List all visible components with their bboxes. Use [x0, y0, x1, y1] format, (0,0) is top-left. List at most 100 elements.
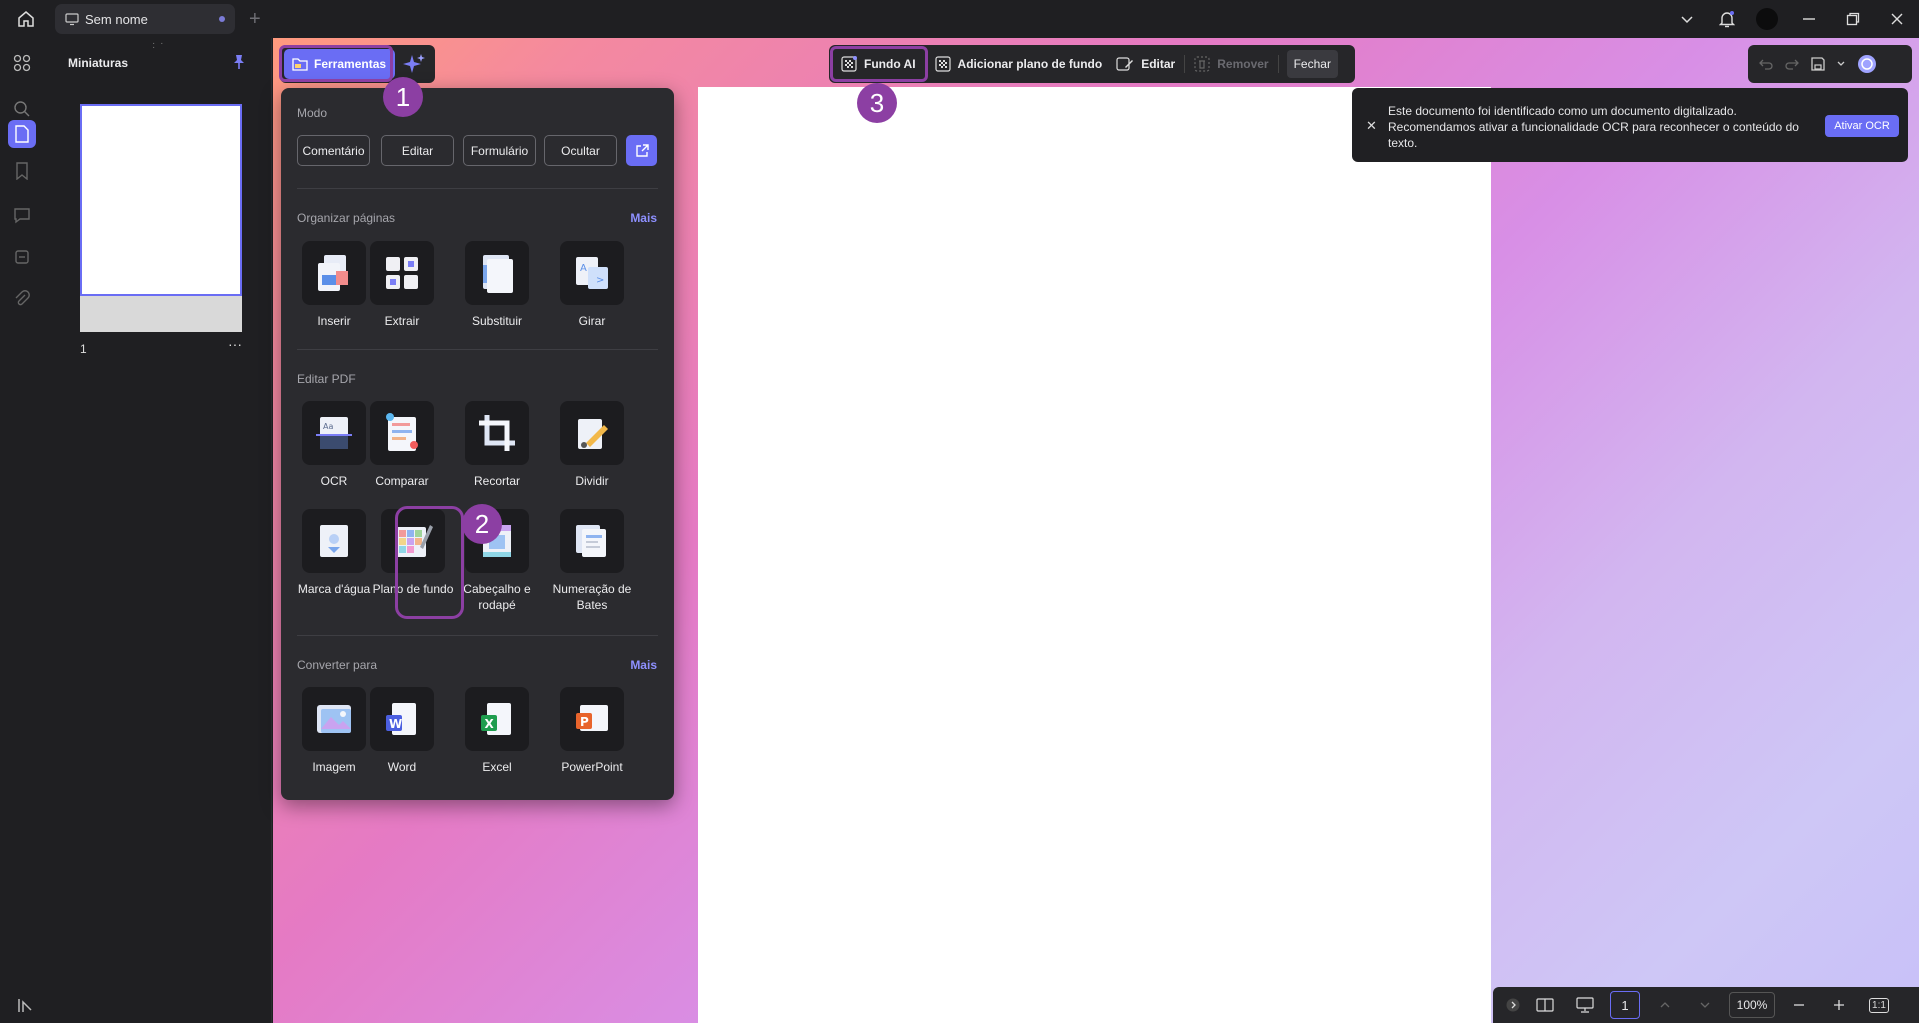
tool-bates[interactable]: Numeração de Bates: [549, 509, 635, 613]
grid-icon: [13, 54, 31, 72]
mode-comment-button[interactable]: Comentário: [297, 135, 370, 166]
mode-edit-button[interactable]: Editar: [381, 135, 454, 166]
tool-header-footer-label: Cabeçalho e rodapé: [463, 582, 531, 612]
convert-more-link[interactable]: Mais: [630, 658, 657, 672]
mode-redact-button[interactable]: Ocultar: [544, 135, 617, 166]
highlight-fundo-ai: [830, 46, 928, 82]
rail-apps[interactable]: [11, 52, 33, 74]
zoom-out-button[interactable]: [1779, 999, 1819, 1011]
panel-grip[interactable]: · · ·: [152, 39, 166, 53]
tab-list-button[interactable]: [1667, 0, 1707, 38]
page-icon: [15, 125, 29, 143]
save-icon[interactable]: [1810, 56, 1826, 72]
bookmark-icon: [16, 162, 28, 180]
tool-replace-label: Substituir: [471, 314, 523, 328]
ocr-icon: Aa: [316, 417, 352, 449]
toolbar-divider: [1184, 55, 1186, 73]
close-toolbar-button[interactable]: Fechar: [1286, 50, 1338, 78]
edit-background-label: Editar: [1141, 57, 1176, 71]
split-icon: [578, 419, 608, 449]
ai-assistant-button[interactable]: [402, 52, 426, 76]
minimize-button[interactable]: [1787, 0, 1831, 38]
rail-comments[interactable]: [11, 204, 33, 226]
rail-bookmarks[interactable]: [11, 160, 33, 182]
organize-section-title: Organizar páginas: [297, 211, 396, 225]
tool-extract[interactable]: Extrair: [359, 241, 445, 329]
rail-thumbnails[interactable]: [8, 120, 36, 148]
tool-split-label: Dividir: [575, 474, 609, 488]
mode-open-external-button[interactable]: [626, 135, 657, 166]
page-thumbnail[interactable]: [80, 104, 242, 296]
notifications-button[interactable]: [1707, 0, 1747, 38]
actual-size-button[interactable]: 1:1: [1859, 997, 1899, 1013]
minus-icon: [1794, 1004, 1804, 1006]
ai-globe-icon[interactable]: [1856, 53, 1878, 75]
undo-icon[interactable]: [1758, 56, 1774, 72]
mode-form-button[interactable]: Formulário: [463, 135, 536, 166]
add-background-button[interactable]: Adicionar plano de fundo: [928, 50, 1110, 78]
new-tab-button[interactable]: +: [249, 9, 261, 29]
menu-divider: [297, 349, 658, 350]
chevron-down-icon[interactable]: [1836, 59, 1846, 69]
thumbnail-page-number: 1: [80, 342, 87, 356]
tool-to-word[interactable]: W Word: [359, 687, 445, 775]
restore-icon: [1846, 12, 1860, 26]
toolbar-divider: [1277, 55, 1279, 73]
edit-background-button[interactable]: Editar: [1109, 50, 1182, 78]
redo-icon[interactable]: [1784, 56, 1800, 72]
page-number-input[interactable]: 1: [1610, 991, 1640, 1019]
trash-icon: [1194, 56, 1210, 72]
restore-button[interactable]: [1831, 0, 1875, 38]
rail-stamps[interactable]: [11, 246, 33, 268]
activate-ocr-button[interactable]: Ativar OCR: [1825, 115, 1899, 137]
replace-pages-icon: [483, 255, 513, 293]
rail-attachments[interactable]: [11, 288, 33, 310]
tool-crop-label: Recortar: [473, 474, 520, 488]
tool-split[interactable]: Dividir: [549, 401, 635, 489]
organize-more-link[interactable]: Mais: [630, 211, 657, 225]
convert-section-title: Converter para: [297, 658, 378, 672]
close-notice-button[interactable]: ✕: [1366, 118, 1377, 134]
checker-icon: [934, 56, 951, 72]
remove-background-label: Remover: [1217, 57, 1269, 71]
document-page[interactable]: [698, 87, 1491, 1023]
rail-search[interactable]: [11, 98, 33, 120]
next-page-button[interactable]: [1685, 999, 1725, 1011]
tool-crop[interactable]: Recortar: [454, 401, 540, 489]
zoom-level-field[interactable]: 100%: [1729, 992, 1775, 1018]
tool-replace[interactable]: Substituir: [454, 241, 540, 329]
edit-section-title: Editar PDF: [297, 372, 356, 386]
search-icon: [14, 101, 30, 117]
remove-background-button[interactable]: Remover: [1187, 50, 1275, 78]
sidebar-toggle-button[interactable]: [16, 996, 34, 1019]
account-button[interactable]: [1747, 0, 1787, 38]
tool-split-tile: [560, 401, 624, 465]
reading-mode-button[interactable]: [1525, 998, 1565, 1012]
close-window-button[interactable]: [1875, 0, 1919, 38]
tool-to-powerpoint[interactable]: P PowerPoint: [549, 687, 635, 775]
bates-numbering-icon: [576, 525, 606, 557]
zoom-in-button[interactable]: [1819, 999, 1859, 1011]
unsaved-dot-icon: [219, 16, 225, 22]
status-bar: 1 100% 1:1: [1493, 987, 1919, 1023]
pin-button[interactable]: [232, 54, 246, 75]
tool-to-excel-tile: X: [465, 687, 529, 751]
ocr-notification: ✕ Este documento foi identificado como u…: [1352, 88, 1908, 162]
tool-watermark[interactable]: Marca d'água: [291, 509, 377, 597]
sidebar-toggle-icon: [18, 999, 32, 1012]
word-icon: W: [386, 703, 416, 735]
close-icon: [1891, 13, 1903, 25]
tool-to-excel[interactable]: X Excel: [454, 687, 540, 775]
tool-to-excel-label: Excel: [482, 760, 512, 774]
collapse-statusbar-button[interactable]: [1501, 998, 1525, 1012]
tool-rotate[interactable]: A > Girar: [549, 241, 635, 329]
presentation-button[interactable]: [1565, 997, 1605, 1013]
document-tab[interactable]: Sem nome: [55, 4, 235, 34]
thumbnail-more-button[interactable]: ···: [228, 336, 242, 352]
tool-to-image-tile: [302, 687, 366, 751]
tab-title: Sem nome: [85, 11, 148, 27]
tool-to-word-tile: W: [370, 687, 434, 751]
home-button[interactable]: [0, 0, 52, 38]
tool-compare[interactable]: Comparar: [359, 401, 445, 489]
prev-page-button[interactable]: [1645, 999, 1685, 1011]
